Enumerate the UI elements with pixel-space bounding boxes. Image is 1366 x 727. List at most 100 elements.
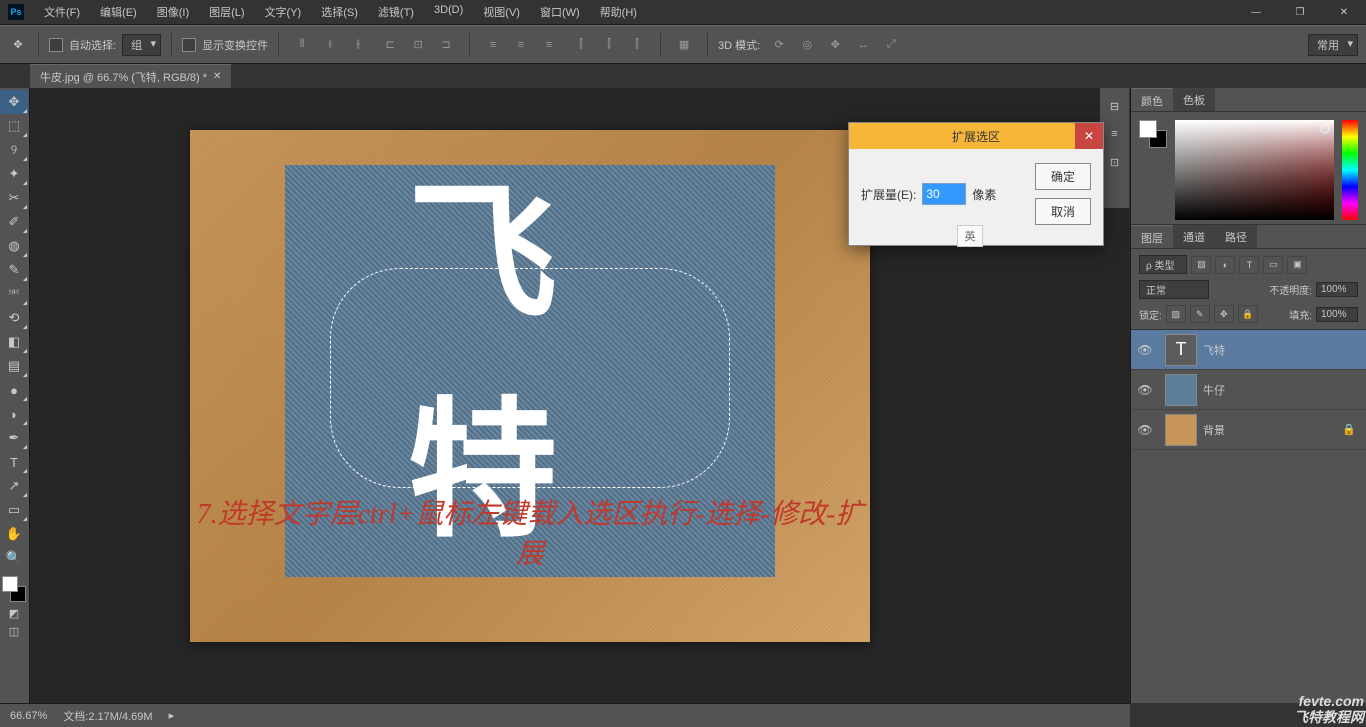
menu-select[interactable]: 选择(S) [311, 0, 368, 24]
gradient-tool[interactable]: ▤ [0, 354, 28, 378]
dist-left-icon[interactable]: ⫿ [568, 33, 594, 57]
workspace-preset[interactable]: 常用 [1308, 34, 1358, 56]
dist-right-icon[interactable]: ⫿ [624, 33, 650, 57]
dist-bottom-icon[interactable]: ≡ [536, 33, 562, 57]
visibility-toggle[interactable]: 👁 [1131, 383, 1159, 397]
3d-pan-icon[interactable]: ✥ [822, 33, 848, 57]
auto-align-icon[interactable]: ▦ [671, 33, 697, 57]
zoom-level[interactable]: 66.67% [10, 710, 47, 722]
move-tool[interactable]: ✥ [0, 90, 28, 114]
cancel-button[interactable]: 取消 [1035, 198, 1091, 225]
history-brush-tool[interactable]: ⟲ [0, 306, 28, 330]
tab-paths[interactable]: 路径 [1215, 225, 1257, 248]
filter-smart-icon[interactable]: ▣ [1287, 256, 1307, 274]
3d-slide-icon[interactable]: ↔ [850, 33, 876, 57]
dist-vcenter-icon[interactable]: ≡ [508, 33, 534, 57]
ok-button[interactable]: 确定 [1035, 163, 1091, 190]
foreground-color[interactable] [2, 576, 18, 592]
color-cursor[interactable] [1320, 124, 1330, 134]
align-center-icon[interactable]: ⊡ [405, 33, 431, 57]
3d-orbit-icon[interactable]: ⟳ [766, 33, 792, 57]
align-left-icon[interactable]: ⊏ [377, 33, 403, 57]
visibility-toggle[interactable]: 👁 [1131, 343, 1159, 357]
blend-mode-select[interactable]: 正常 [1139, 280, 1209, 299]
lock-trans-icon[interactable]: ▨ [1166, 305, 1186, 323]
align-bottom-icon[interactable]: ⫳ [345, 33, 371, 57]
auto-select-target[interactable]: 组 [122, 34, 161, 56]
layer-filter-kind[interactable]: ρ 类型 [1139, 255, 1187, 274]
restore-button[interactable]: ❐ [1278, 0, 1322, 25]
layer-thumb-text[interactable]: T [1165, 334, 1197, 366]
dialog-title-bar[interactable]: 扩展选区 ✕ [849, 123, 1103, 149]
blur-tool[interactable]: ● [0, 378, 28, 402]
tab-channels[interactable]: 通道 [1173, 225, 1215, 248]
menu-window[interactable]: 窗口(W) [530, 0, 590, 24]
eraser-tool[interactable]: ◧ [0, 330, 28, 354]
show-controls-checkbox[interactable] [182, 38, 196, 52]
filter-shape-icon[interactable]: ▭ [1263, 256, 1283, 274]
filter-text-icon[interactable]: T [1239, 256, 1259, 274]
lasso-tool[interactable]: ୨ [0, 138, 28, 162]
shape-tool[interactable]: ▭ [0, 498, 28, 522]
menu-image[interactable]: 图像(I) [147, 0, 199, 24]
panel-fg-color[interactable] [1139, 120, 1157, 138]
dist-hcenter-icon[interactable]: ⫿ [596, 33, 622, 57]
tab-color[interactable]: 颜色 [1131, 88, 1173, 111]
brush-tool[interactable]: ✎ [0, 258, 28, 282]
text-tool[interactable]: T [0, 450, 28, 474]
screen-mode-tool[interactable]: ◫ [0, 622, 28, 640]
visibility-toggle[interactable]: 👁 [1131, 423, 1159, 437]
auto-select-checkbox[interactable] [49, 38, 63, 52]
layer-row[interactable]: 👁 牛仔 [1131, 370, 1366, 410]
panel-color-swatches[interactable] [1139, 120, 1167, 148]
layer-name[interactable]: 背景 [1203, 422, 1225, 438]
layer-row[interactable]: 👁 背景 🔒 [1131, 410, 1366, 450]
color-field[interactable] [1175, 120, 1334, 220]
layer-thumb[interactable] [1165, 374, 1197, 406]
align-top-icon[interactable]: ⫴ [289, 33, 315, 57]
dialog-close-button[interactable]: ✕ [1075, 123, 1103, 149]
heal-tool[interactable]: ◍ [0, 234, 28, 258]
menu-type[interactable]: 文字(Y) [255, 0, 312, 24]
eyedropper-tool[interactable]: ✐ [0, 210, 28, 234]
panel-icon-3[interactable]: ⊡ [1105, 152, 1125, 172]
close-button[interactable]: ✕ [1322, 0, 1366, 25]
layer-thumb[interactable] [1165, 414, 1197, 446]
panel-icon-2[interactable]: ≡ [1105, 124, 1125, 144]
wand-tool[interactable]: ✦ [0, 162, 28, 186]
pen-tool[interactable]: ✒ [0, 426, 28, 450]
expand-amount-input[interactable] [922, 183, 966, 205]
layer-name[interactable]: 牛仔 [1203, 382, 1225, 398]
color-swatches[interactable] [0, 576, 28, 604]
opacity-value[interactable]: 100% [1316, 282, 1358, 297]
document-tab[interactable]: 牛皮.jpg @ 66.7% (飞特, RGB/8) * ✕ [30, 64, 231, 89]
zoom-tool[interactable]: 🔍 [0, 546, 28, 570]
minimize-button[interactable]: — [1234, 0, 1278, 25]
tab-close-icon[interactable]: ✕ [213, 71, 221, 82]
menu-filter[interactable]: 滤镜(T) [368, 0, 424, 24]
quick-mask-tool[interactable]: ◩ [0, 604, 28, 622]
menu-file[interactable]: 文件(F) [34, 0, 90, 24]
panel-icon-1[interactable]: ⊟ [1105, 96, 1125, 116]
fill-value[interactable]: 100% [1316, 307, 1358, 322]
collapsed-panel-dock[interactable]: ⊟ ≡ ⊡ [1100, 88, 1130, 208]
menu-view[interactable]: 视图(V) [473, 0, 530, 24]
menu-edit[interactable]: 编辑(E) [90, 0, 147, 24]
hand-tool[interactable]: ✋ [0, 522, 28, 546]
tab-layers[interactable]: 图层 [1131, 225, 1173, 248]
3d-zoom-icon[interactable]: ⤢ [878, 33, 904, 57]
doc-size[interactable]: 文档:2.17M/4.69M [63, 708, 152, 724]
lock-all-icon[interactable]: 🔒 [1238, 305, 1258, 323]
crop-tool[interactable]: ✂ [0, 186, 28, 210]
filter-adjust-icon[interactable]: ◐ [1215, 256, 1235, 274]
tab-swatches[interactable]: 色板 [1173, 88, 1215, 111]
align-vcenter-icon[interactable]: ⫲ [317, 33, 343, 57]
status-caret[interactable]: ▸ [169, 709, 175, 722]
clone-tool[interactable]: ⎃ [0, 282, 28, 306]
layer-name[interactable]: 飞特 [1203, 342, 1225, 358]
dodge-tool[interactable]: ◗ [0, 402, 28, 426]
lock-pixel-icon[interactable]: ✎ [1190, 305, 1210, 323]
marquee-tool[interactable]: ⬚ [0, 114, 28, 138]
align-right-icon[interactable]: ⊐ [433, 33, 459, 57]
3d-roll-icon[interactable]: ◎ [794, 33, 820, 57]
